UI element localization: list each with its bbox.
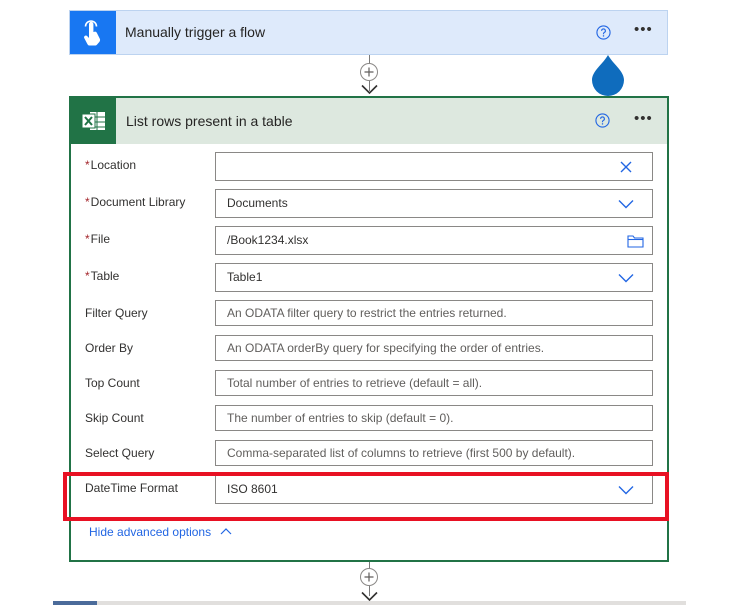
file-label: *File — [85, 232, 110, 246]
excel-icon — [71, 98, 116, 144]
required-marker: * — [85, 269, 90, 283]
location-label: *Location — [85, 158, 136, 172]
trigger-card[interactable]: Manually trigger a flow ••• — [69, 10, 668, 55]
touch-hand-icon — [70, 11, 116, 54]
insert-step-button[interactable] — [360, 568, 378, 586]
field-label: Table — [90, 269, 120, 283]
datetime-format-dropdown[interactable]: ISO 8601 — [215, 475, 653, 504]
document-library-label: *Document Library — [85, 195, 185, 209]
select-query-input[interactable]: Comma-separated list of columns to retri… — [215, 440, 653, 466]
plus-icon — [364, 67, 374, 77]
folder-icon[interactable] — [627, 234, 644, 248]
table-label: *Table — [85, 269, 119, 283]
hide-advanced-label: Hide advanced options — [89, 525, 212, 539]
field-value: /Book1234.xlsx — [227, 233, 309, 247]
chevron-down-icon — [618, 200, 634, 209]
help-icon[interactable] — [596, 25, 611, 40]
top-count-input[interactable]: Total number of entries to retrieve (def… — [215, 370, 653, 396]
order-by-input[interactable]: An ODATA orderBy query for specifying th… — [215, 335, 653, 361]
action-header[interactable]: List rows present in a table ••• — [71, 98, 667, 144]
required-marker: * — [85, 195, 90, 209]
next-card-accent — [53, 601, 97, 605]
order-by-label: Order By — [85, 341, 134, 355]
field-label: File — [90, 232, 111, 246]
field-value: ISO 8601 — [227, 482, 278, 496]
skip-count-label: Skip Count — [85, 411, 144, 425]
insert-step-button[interactable] — [360, 63, 378, 81]
top-count-label: Top Count — [85, 376, 140, 390]
action-card: List rows present in a table ••• *Locati… — [69, 96, 669, 562]
chevron-down-icon — [618, 274, 634, 283]
chevron-up-icon — [221, 528, 232, 535]
file-field[interactable]: /Book1234.xlsx — [215, 226, 653, 255]
skip-count-input[interactable]: The number of entries to skip (default =… — [215, 405, 653, 431]
required-marker: * — [85, 158, 90, 172]
arrow-down-icon — [361, 84, 378, 95]
datetime-format-label: DateTime Format — [85, 481, 178, 495]
next-card-edge — [53, 601, 686, 605]
hide-advanced-options-link[interactable]: Hide advanced options — [89, 525, 232, 539]
chevron-down-icon — [618, 486, 634, 495]
action-title: List rows present in a table — [126, 113, 293, 129]
document-library-dropdown[interactable]: Documents — [215, 189, 653, 218]
plus-icon — [364, 572, 374, 582]
required-marker: * — [85, 232, 90, 246]
drop-icon — [592, 55, 624, 96]
clear-x-icon[interactable] — [620, 161, 632, 173]
filter-query-input[interactable]: An ODATA filter query to restrict the en… — [215, 300, 653, 326]
more-options-icon[interactable]: ••• — [634, 110, 653, 127]
trigger-title: Manually trigger a flow — [125, 24, 266, 40]
field-label: Location — [90, 158, 137, 172]
filter-query-label: Filter Query — [85, 306, 148, 320]
field-value: Table1 — [227, 270, 263, 284]
field-label: Document Library — [90, 195, 186, 209]
table-dropdown[interactable]: Table1 — [215, 263, 653, 292]
location-field[interactable] — [215, 152, 653, 181]
more-options-icon[interactable]: ••• — [634, 21, 653, 38]
field-value: Documents — [227, 196, 288, 210]
select-query-label: Select Query — [85, 446, 155, 460]
help-icon[interactable] — [595, 113, 610, 128]
